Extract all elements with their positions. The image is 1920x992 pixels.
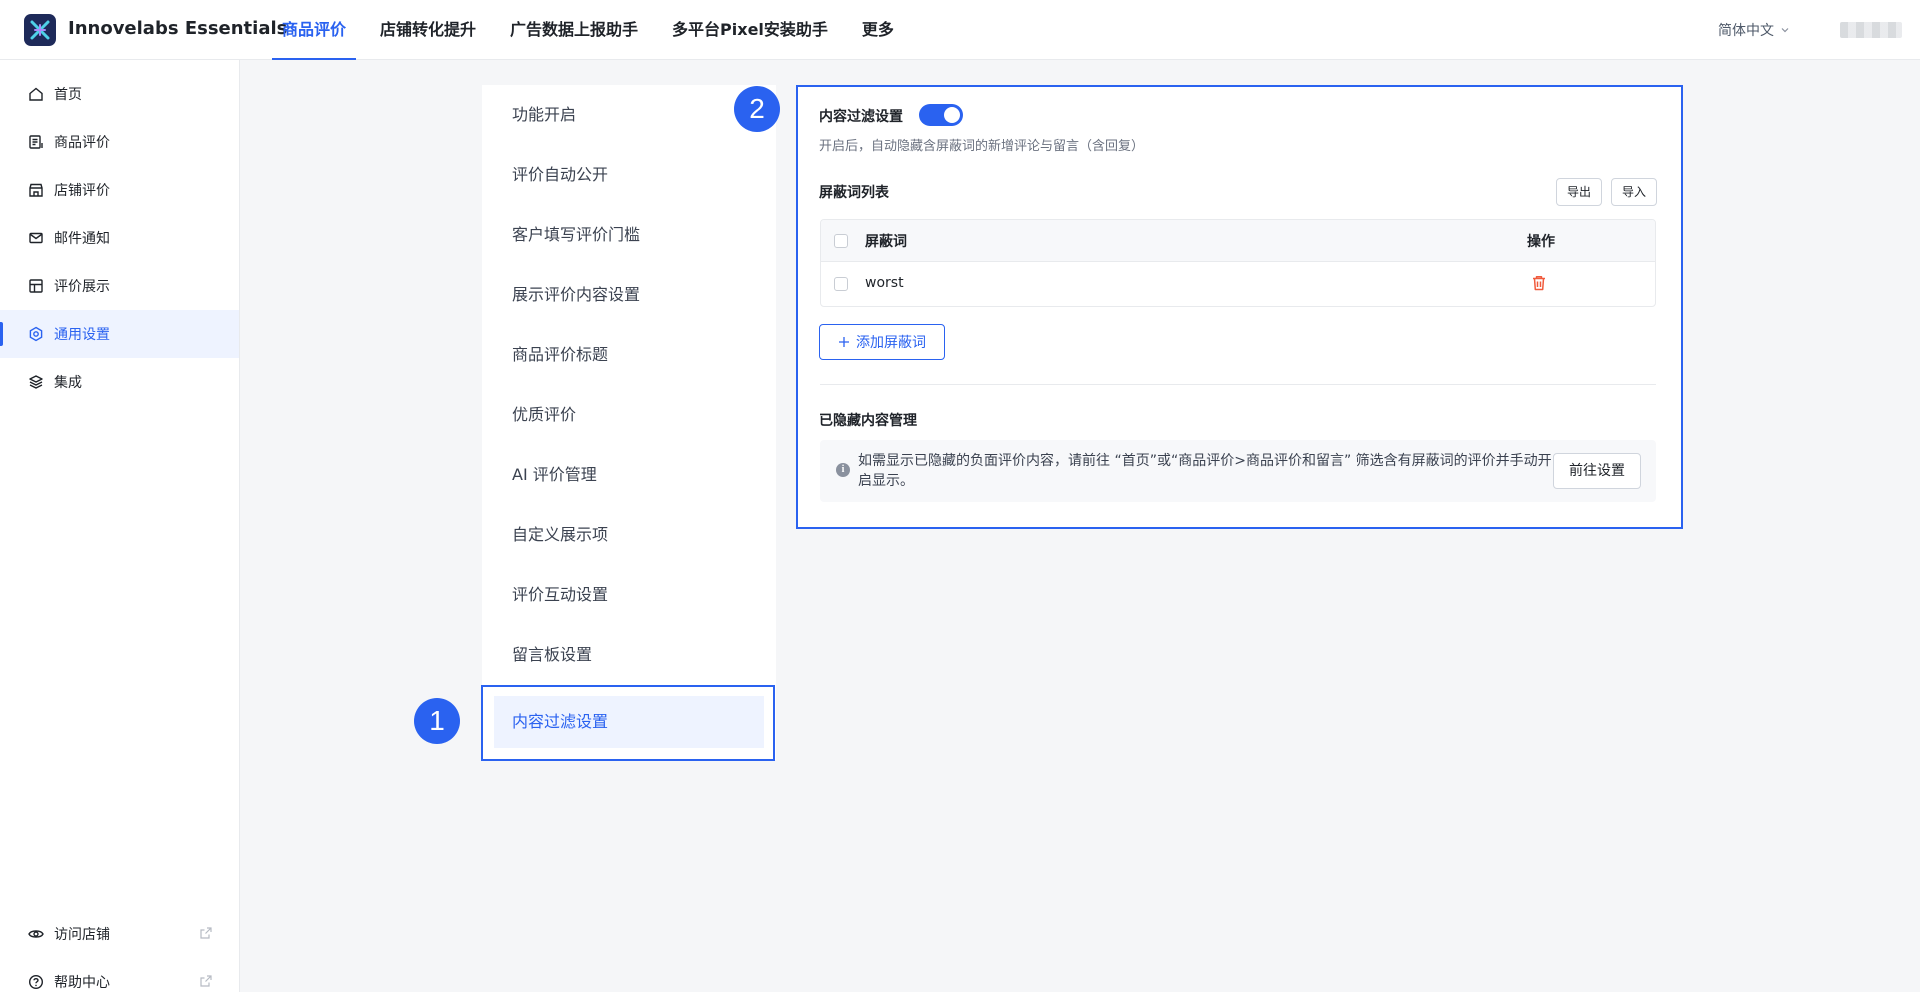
submenu-item-feature-enable[interactable]: 功能开启: [482, 85, 776, 145]
select-all-checkbox[interactable]: [834, 234, 848, 248]
topnav-item-pixel[interactable]: 多平台Pixel安装助手: [662, 0, 838, 60]
blocked-words-title: 屏蔽词列表: [819, 185, 889, 201]
sidebar-item-label: 集成: [54, 375, 82, 391]
add-blocked-word-button[interactable]: 添加屏蔽词: [819, 324, 945, 360]
topnav-item-ads-report[interactable]: 广告数据上报助手: [500, 0, 648, 60]
home-icon: [29, 87, 43, 101]
filter-toggle[interactable]: [919, 104, 963, 126]
submenu-item-interaction[interactable]: 评价互动设置: [482, 565, 776, 625]
layout-icon: [29, 279, 43, 293]
external-link-icon: [200, 927, 212, 939]
sidebar-item-label: 帮助中心: [54, 975, 110, 991]
blocked-words-table: 屏蔽词 操作 worst: [820, 219, 1656, 307]
sidebar-item-visit-store[interactable]: 访问店铺: [0, 910, 239, 958]
sidebar-item-label: 店铺评价: [54, 183, 110, 199]
help-icon: [28, 974, 44, 990]
eye-icon: [28, 930, 44, 938]
row-checkbox[interactable]: [834, 277, 848, 291]
table-header: 屏蔽词 操作: [821, 220, 1655, 262]
sidebar-item-label: 商品评价: [54, 135, 110, 151]
sidebar-item-review-display[interactable]: 评价展示: [0, 262, 239, 310]
notice-text: 如需显示已隐藏的负面评价内容，请前往 “首页”或“商品评价>商品评价和留言” 筛…: [858, 453, 1552, 489]
column-header-action: 操作: [1527, 234, 1555, 250]
sidebar-item-integrations[interactable]: 集成: [0, 358, 239, 406]
filter-description: 开启后，自动隐藏含屏蔽词的新增评论与留言（含回复）: [819, 139, 1145, 154]
chevron-down-icon: [1781, 28, 1789, 33]
submenu-item-threshold[interactable]: 客户填写评价门槛: [482, 205, 776, 265]
sidebar-item-home[interactable]: 首页: [0, 70, 239, 118]
topnav-item-reviews[interactable]: 商品评价: [272, 0, 357, 60]
sidebar-item-store-reviews[interactable]: 店铺评价: [0, 166, 239, 214]
user-avatar[interactable]: [1840, 22, 1902, 38]
callout-badge-1: 1: [414, 698, 460, 744]
sidebar-item-label: 首页: [54, 87, 82, 103]
submenu-item-review-title[interactable]: 商品评价标题: [482, 325, 776, 385]
topnav-item-more[interactable]: 更多: [852, 0, 904, 60]
filter-title: 内容过滤设置: [819, 109, 903, 125]
section-divider: [820, 384, 1656, 385]
toggle-knob: [944, 107, 960, 123]
top-bar: Innovelabs Essentials 商品评价 店铺转化提升 广告数据上报…: [0, 0, 1920, 60]
sidebar-item-product-reviews[interactable]: 商品评价: [0, 118, 239, 166]
callout-badge-2: 2: [734, 86, 780, 132]
settings-submenu: 功能开启 评价自动公开 客户填写评价门槛 展示评价内容设置 商品评价标题 优质评…: [482, 85, 776, 760]
delete-icon[interactable]: [1530, 274, 1548, 292]
sidebar-item-label: 通用设置: [54, 327, 110, 343]
app-logo-icon[interactable]: [24, 14, 56, 46]
submenu-item-ai-management[interactable]: AI 评价管理: [482, 445, 776, 505]
submenu-item-quality-reviews[interactable]: 优质评价: [482, 385, 776, 445]
blocked-word-cell: worst: [865, 275, 904, 291]
topnav-item-conversion[interactable]: 店铺转化提升: [370, 0, 486, 60]
sidebar-item-mail[interactable]: 邮件通知: [0, 214, 239, 262]
table-row: worst: [821, 262, 1655, 306]
review-list-icon: [29, 135, 43, 149]
top-nav: 商品评价 店铺转化提升 广告数据上报助手 多平台Pixel安装助手 更多: [272, 0, 918, 60]
sidebar-item-label: 邮件通知: [54, 231, 110, 247]
hidden-content-notice: i 如需显示已隐藏的负面评价内容，请前往 “首页”或“商品评价>商品评价和留言”…: [820, 440, 1656, 502]
sidebar-item-help-center[interactable]: 帮助中心: [0, 958, 239, 992]
hidden-content-title: 已隐藏内容管理: [819, 413, 917, 429]
language-selector[interactable]: 简体中文: [1718, 20, 1790, 40]
submenu-item-display-content[interactable]: 展示评价内容设置: [482, 265, 776, 325]
language-label: 简体中文: [1718, 23, 1774, 39]
info-icon: i: [836, 463, 850, 477]
add-button-label: 添加屏蔽词: [856, 335, 926, 351]
column-header-word: 屏蔽词: [865, 234, 907, 250]
layers-icon: [29, 375, 43, 389]
settings-icon: [29, 326, 43, 342]
sidebar-item-general-settings[interactable]: 通用设置: [0, 310, 239, 358]
sidebar-item-label: 评价展示: [54, 279, 110, 295]
external-link-icon: [200, 975, 212, 987]
sidebar: 首页 商品评价 店铺评价 邮件通知 评价展示 通用设置 集成 访问店铺 帮助中心: [0, 60, 240, 992]
submenu-item-message-board[interactable]: 留言板设置: [482, 625, 776, 685]
submenu-item-custom-display[interactable]: 自定义展示项: [482, 505, 776, 565]
highlight-box-submenu: [481, 685, 775, 761]
goto-settings-button[interactable]: 前往设置: [1553, 453, 1641, 489]
plus-icon: [839, 337, 849, 347]
app-name: Innovelabs Essentials: [68, 18, 288, 39]
mail-icon: [29, 232, 43, 244]
sidebar-item-label: 访问店铺: [54, 927, 110, 943]
export-button[interactable]: 导出: [1556, 178, 1603, 206]
submenu-item-auto-publish[interactable]: 评价自动公开: [482, 145, 776, 205]
store-icon: [29, 183, 43, 197]
import-button[interactable]: 导入: [1611, 178, 1658, 206]
